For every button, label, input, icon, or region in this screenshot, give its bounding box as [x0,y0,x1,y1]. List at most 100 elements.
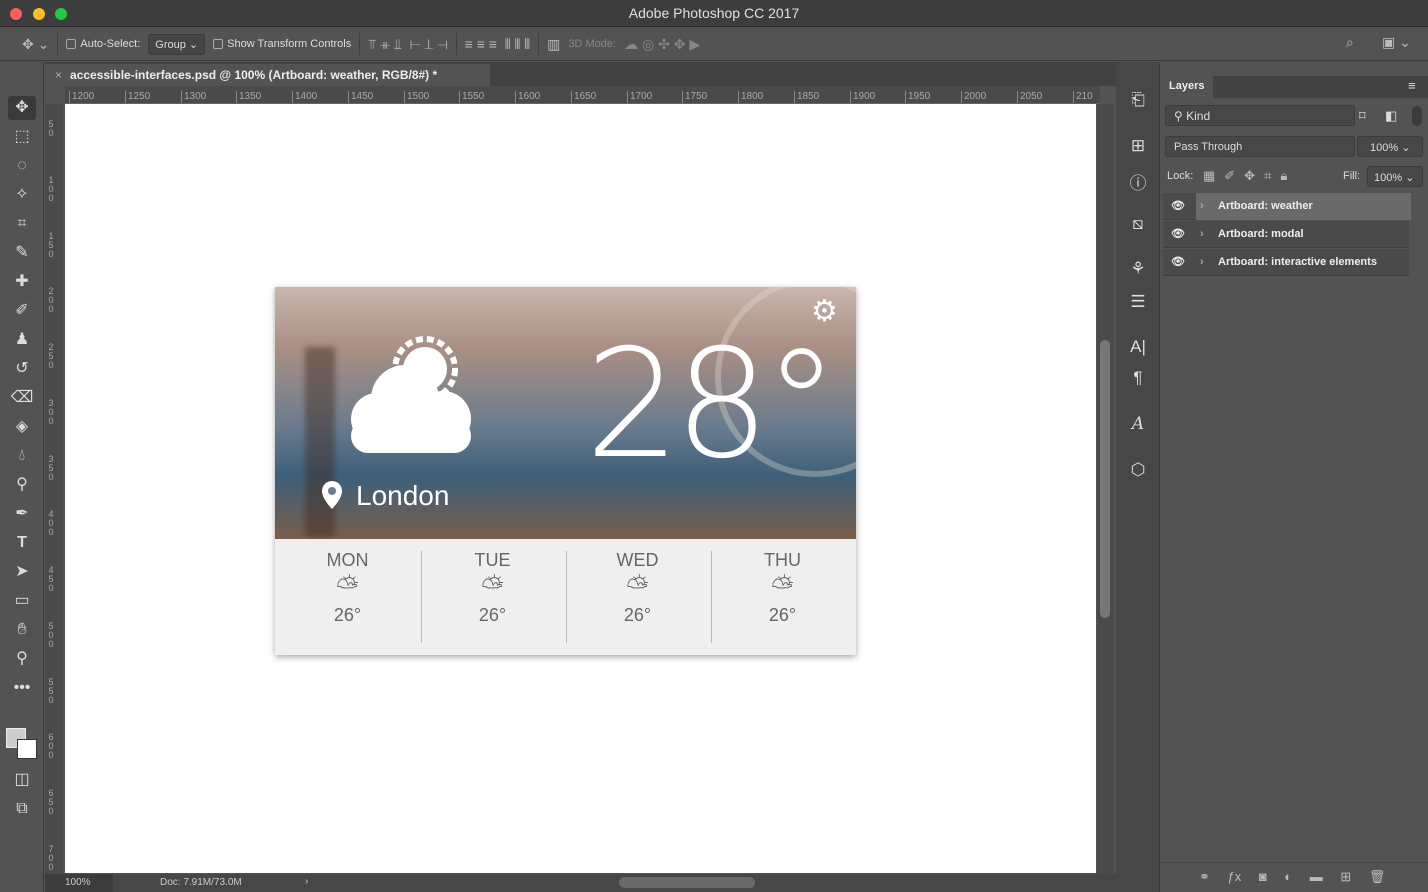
lock-icons[interactable]: ▦✐✥⌗🔒︎ [1203,168,1296,184]
blur-tool-icon[interactable]: 💧︎ [8,444,36,468]
auto-select-checkbox[interactable]: Auto-Select: [66,38,140,50]
forecast-day-name: MON [326,550,369,570]
more-tools-icon[interactable]: ••• [8,676,36,700]
info-panel-icon[interactable]: ⓘ [1126,169,1150,194]
zoom-level-field[interactable]: 100% [45,874,113,892]
history-brush-icon[interactable]: ↺ [8,357,36,381]
expand-chevron-icon[interactable]: › [1200,193,1204,220]
3d-mode-label: 3D Mode: [568,38,617,50]
sun-cloud-icon: ⛅︎ [336,571,359,602]
ruler-label: 1550 [459,91,484,103]
quick-mask-icon[interactable]: ◫ [8,768,36,792]
screen-mode-icon[interactable]: ⧉ [8,797,36,821]
ruler-label: 1250 [125,91,150,103]
paint-bucket-icon[interactable]: ◈ [8,415,36,439]
3d-panel-icon[interactable]: ⬡ [1126,460,1150,480]
minimize-window-button[interactable] [33,8,45,20]
layer-row[interactable]: 👁︎ › Artboard: interactive elements [1163,249,1409,276]
expand-chevron-icon[interactable]: › [1200,249,1204,276]
hand-tool-icon[interactable]: ✋︎ [8,618,36,642]
brushes-panel-icon[interactable]: ⚘ [1126,259,1150,279]
ruler-label: 150 [48,231,54,259]
weather-card: 28° London ⚙ MON ⛅︎ 26° TUE ⛅︎ 26° WED ⛅︎ 26° … [275,287,856,655]
expand-chevron-icon[interactable]: › [1200,221,1204,248]
move-tool-icon[interactable]: ✥ [8,96,36,120]
stamp-tool-icon[interactable]: ♟ [8,328,36,352]
background-color-swatch[interactable] [17,739,37,759]
vertical-scrollbar-thumb[interactable] [1100,340,1110,618]
sun-cloud-icon: ⛅︎ [481,571,504,602]
layers-footer-buttons[interactable]: ⚭ ƒx ◙ ◐ ▬ ⊞ 🗑︎ [1161,862,1428,892]
vertical-ruler: 50 100 150 200 250 300 350 400 450 500 5… [45,104,63,874]
weather-hero-image: 28° London ⚙ [275,287,856,539]
align-icons[interactable]: ⫪ ⧺ ⫫ ⊢ ⊥ ⊣ [368,36,447,53]
brush-tool-icon[interactable]: ✐ [8,299,36,323]
eyedropper-icon[interactable]: ✎ [8,241,36,265]
auto-align-icon[interactable]: ▥ [547,36,560,53]
ruler-label: 1200 [69,91,94,103]
fill-label: Fill: [1343,170,1361,182]
current-temperature: 28° [585,318,839,492]
3d-tools-icons[interactable]: ☁ ◎ ✣ ✥ ▶ [624,36,700,53]
close-tab-icon[interactable]: × [55,68,62,82]
paragraph-panel-icon[interactable]: ¶ [1126,368,1150,388]
opacity-field[interactable]: 100% ⌄ [1357,136,1423,157]
show-transform-label: Show Transform Controls [227,38,352,50]
workspace-icon[interactable]: ▣ ⌄ [1382,34,1411,51]
healing-brush-icon[interactable]: ✚ [8,270,36,294]
auto-select-value: Group [155,38,186,51]
history-panel-icon[interactable]: ⎗ [1126,90,1150,110]
lasso-tool-icon[interactable]: ◌ [8,154,36,178]
filter-toggle[interactable] [1412,106,1422,126]
ruler-label: 1500 [404,91,429,103]
auto-select-label: Auto-Select: [80,38,141,50]
layer-comps-icon[interactable]: ⧅ [1126,214,1150,234]
visibility-eye-icon[interactable]: 👁︎ [1171,249,1185,276]
city-name: London [356,480,450,511]
forecast-day-name: THU [764,550,801,570]
artboard-filter-icon[interactable]: ⌑ [1359,108,1366,124]
layers-tab[interactable]: Layers [1161,76,1213,98]
smart-object-filter-icon[interactable]: ◧ [1385,108,1397,124]
settings-gear-icon[interactable]: ⚙ [811,295,838,329]
document-tab[interactable]: × accessible-interfaces.psd @ 100% (Artbo… [45,64,490,86]
visibility-eye-icon[interactable]: 👁︎ [1171,221,1185,248]
pen-tool-icon[interactable]: ✒ [8,502,36,526]
panel-menu-icon[interactable]: ≡ [1408,78,1416,93]
layer-name: Artboard: modal [1218,228,1304,240]
blend-mode-dropdown[interactable]: Pass Through [1165,136,1355,157]
ruler-label: 300 [48,398,54,426]
eraser-icon[interactable]: ⌫ [8,386,36,410]
distribute-icons[interactable]: ≡ ≡ ≡ ⫴ ⫴ ⫴ [465,36,531,53]
character-panel-icon[interactable]: A| [1126,337,1150,357]
forecast-day: WED ⛅︎ 26° [565,539,710,655]
forecast-day: TUE ⛅︎ 26° [420,539,565,655]
marquee-tool-icon[interactable]: ⬚ [8,125,36,149]
layer-row[interactable]: 👁︎ › Artboard: weather [1163,193,1411,220]
magic-wand-icon[interactable]: ✧ [8,183,36,207]
crop-tool-icon[interactable]: ⌗ [8,212,36,236]
opacity-value: 100% [1370,142,1399,154]
path-selection-icon[interactable]: ➤ [8,560,36,584]
glyphs-panel-icon[interactable]: A [1126,414,1150,434]
close-window-button[interactable] [10,8,22,20]
rectangle-tool-icon[interactable]: ▭ [8,589,36,613]
visibility-eye-icon[interactable]: 👁︎ [1171,193,1185,220]
brush-settings-icon[interactable]: ☰ [1126,292,1150,312]
horizontal-scrollbar-thumb[interactable] [619,877,755,888]
maximize-window-button[interactable] [55,8,67,20]
ruler-label: 650 [48,788,54,816]
divider [359,33,361,55]
type-tool-icon[interactable]: T [8,531,36,555]
auto-select-dropdown[interactable]: Group ⌄ [148,33,206,55]
move-tool-icon[interactable]: ✥ ⌄ [22,36,49,53]
properties-panel-icon[interactable]: ⊞ [1126,136,1150,156]
zoom-tool-icon[interactable]: ⚲ [8,647,36,671]
layer-row[interactable]: 👁︎ › Artboard: modal [1163,221,1409,248]
search-icon[interactable]: ⌕ [1346,34,1354,51]
layer-filter-kind[interactable]: ⚲ Kind [1165,105,1355,126]
dodge-tool-icon[interactable]: ⚲ [8,473,36,497]
show-transform-checkbox[interactable]: Show Transform Controls [213,38,351,50]
status-menu-arrow-icon[interactable]: › [305,876,308,887]
fill-field[interactable]: 100% ⌄ [1367,166,1423,187]
